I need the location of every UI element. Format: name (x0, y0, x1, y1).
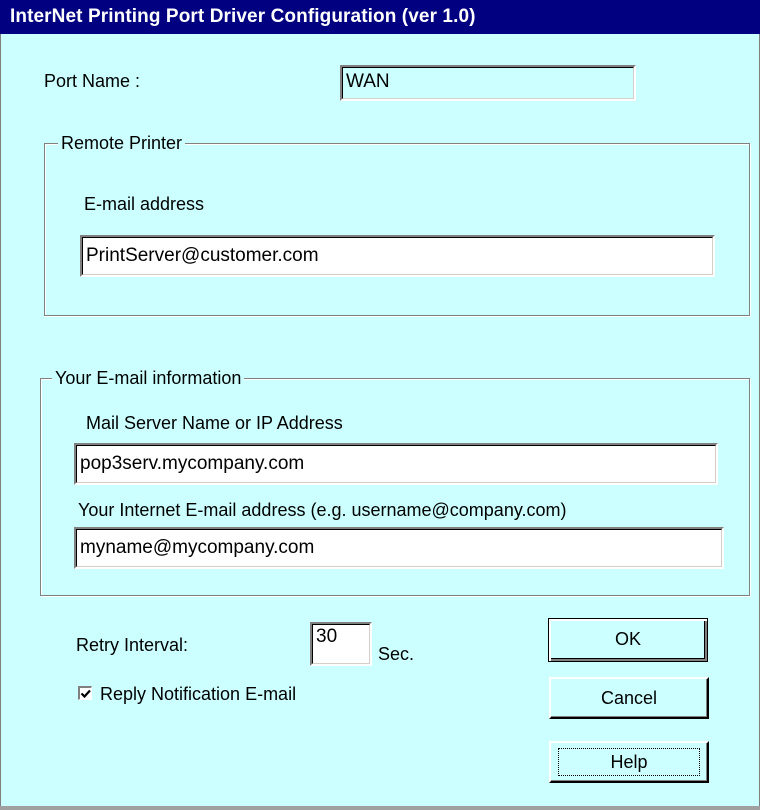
window-title: InterNet Printing Port Driver Configurat… (10, 6, 476, 27)
your-address-input[interactable]: myname@mycompany.com (74, 527, 724, 569)
port-name-label: Port Name : (44, 71, 141, 91)
reply-notification-label[interactable]: Reply Notification E-mail (100, 683, 296, 705)
retry-unit-label: Sec. (378, 644, 415, 664)
retry-interval-label: Retry Interval: (76, 635, 189, 655)
remote-printer-group-label: Remote Printer (58, 132, 186, 154)
remote-email-label: E-mail address (84, 194, 205, 214)
your-address-value: myname@mycompany.com (80, 537, 315, 558)
remote-printer-group (44, 143, 750, 316)
mail-server-input[interactable]: pop3serv.mycompany.com (74, 443, 718, 485)
cancel-button-label: Cancel (600, 688, 658, 708)
retry-interval-value: 30 (316, 626, 338, 647)
port-name-value: WAN (346, 71, 390, 92)
dialog-bottom-edge (0, 806, 760, 810)
mail-server-label: Mail Server Name or IP Address (86, 413, 343, 433)
ok-button-label: OK (614, 629, 641, 649)
retry-interval-input[interactable]: 30 (310, 622, 372, 666)
remote-email-value: PrintServer@customer.com (86, 245, 319, 266)
ok-button[interactable]: OK (548, 618, 708, 662)
your-email-group-label: Your E-mail information (52, 367, 245, 389)
checkmark-icon (80, 689, 91, 699)
title-bar[interactable]: InterNet Printing Port Driver Configurat… (0, 0, 760, 34)
help-button-label: Help (610, 752, 648, 772)
cancel-button[interactable]: Cancel (549, 677, 709, 719)
help-button[interactable]: Help (549, 741, 709, 783)
remote-email-input[interactable]: PrintServer@customer.com (80, 235, 715, 277)
your-address-label: Your Internet E-mail address (e.g. usern… (78, 500, 567, 520)
mail-server-value: pop3serv.mycompany.com (80, 453, 305, 474)
reply-notification-checkbox[interactable] (78, 686, 92, 700)
port-name-field: WAN (340, 65, 636, 101)
